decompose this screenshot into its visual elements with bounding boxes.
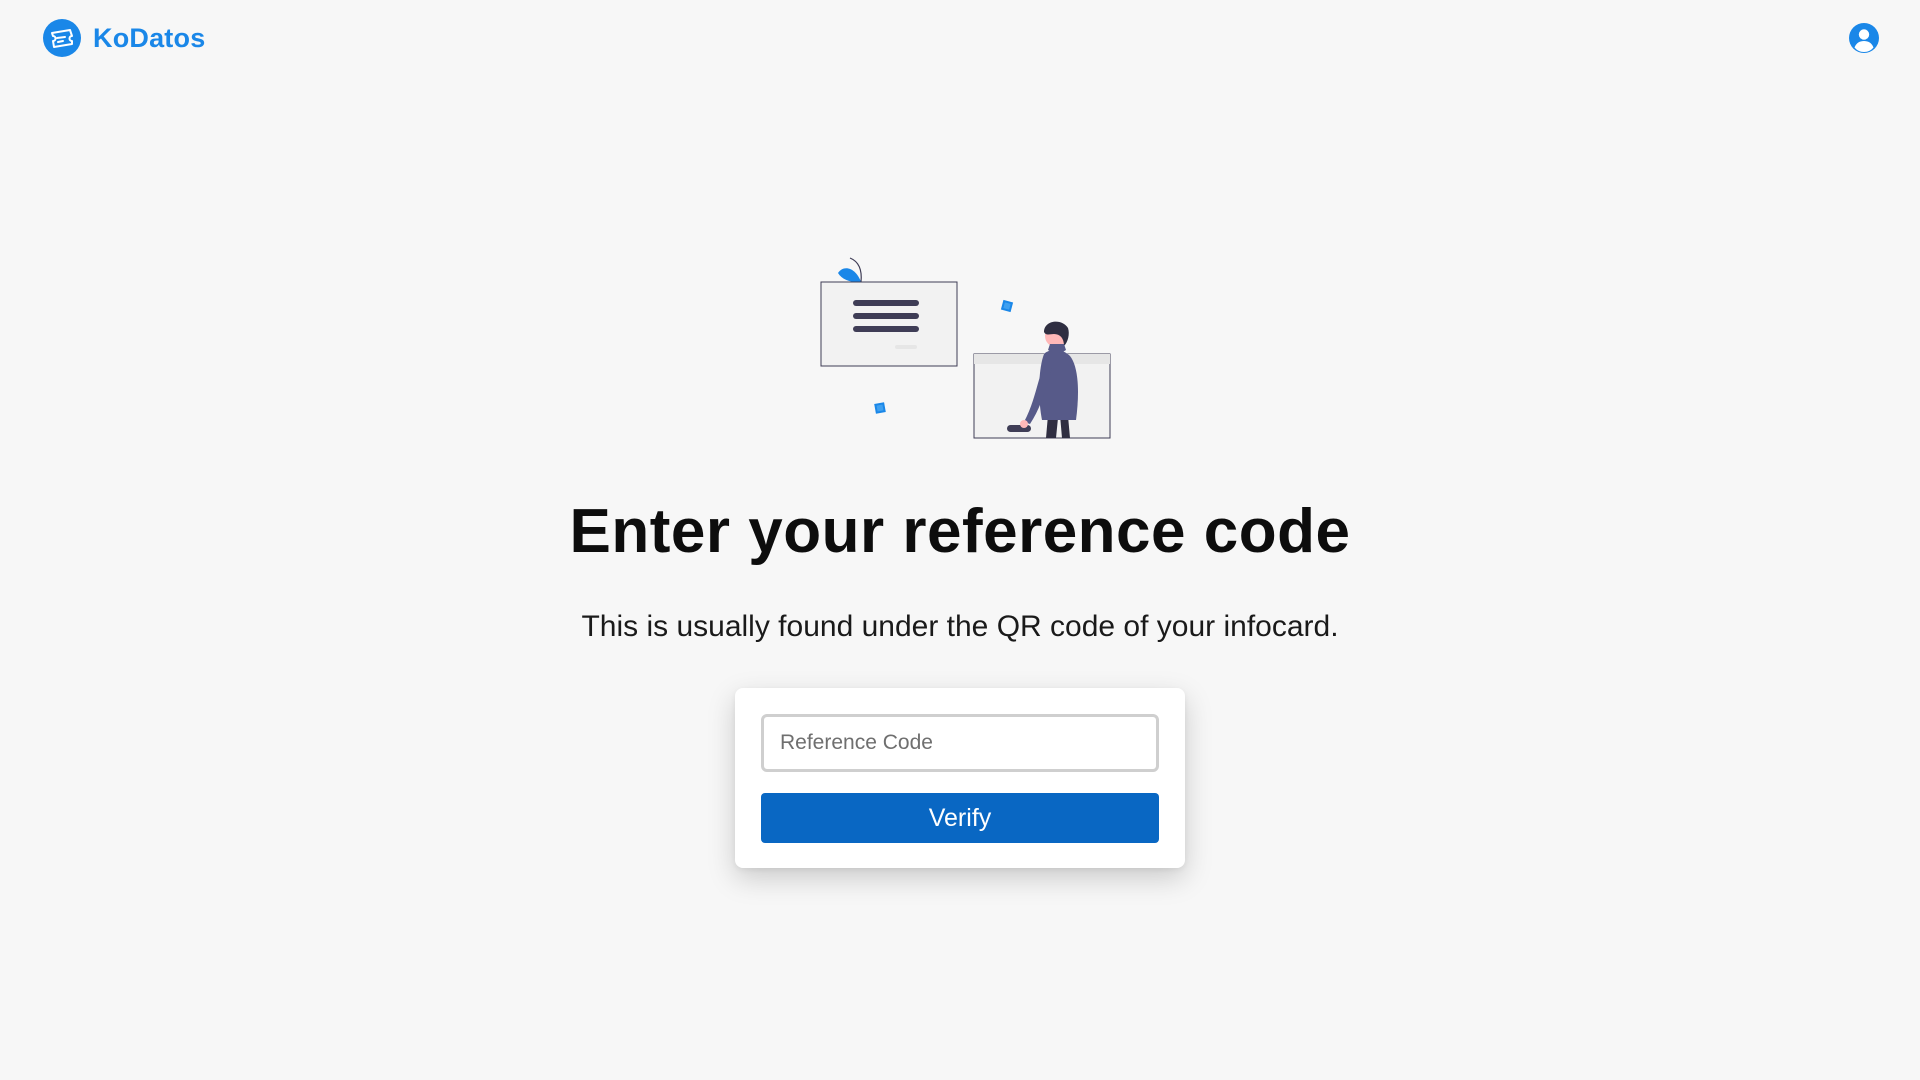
leaf-decoration <box>838 268 861 283</box>
person-with-documents-illustration <box>820 257 1111 439</box>
cube-decoration <box>1000 299 1014 313</box>
document-card <box>820 281 958 367</box>
user-circle-icon[interactable] <box>1848 22 1880 54</box>
top-navbar: KoDatos <box>0 0 1920 76</box>
verify-button[interactable]: Verify <box>761 793 1159 843</box>
ticket-logo-icon <box>43 19 81 57</box>
brand-name: KoDatos <box>93 22 206 53</box>
page-subtitle: This is usually found under the QR code … <box>581 610 1339 643</box>
brand-link[interactable]: KoDatos <box>43 19 205 57</box>
reference-code-input[interactable] <box>761 714 1159 772</box>
page-title: Enter your reference code <box>569 497 1351 566</box>
cube-decoration <box>874 402 886 414</box>
reference-form-card: Verify <box>735 688 1185 868</box>
